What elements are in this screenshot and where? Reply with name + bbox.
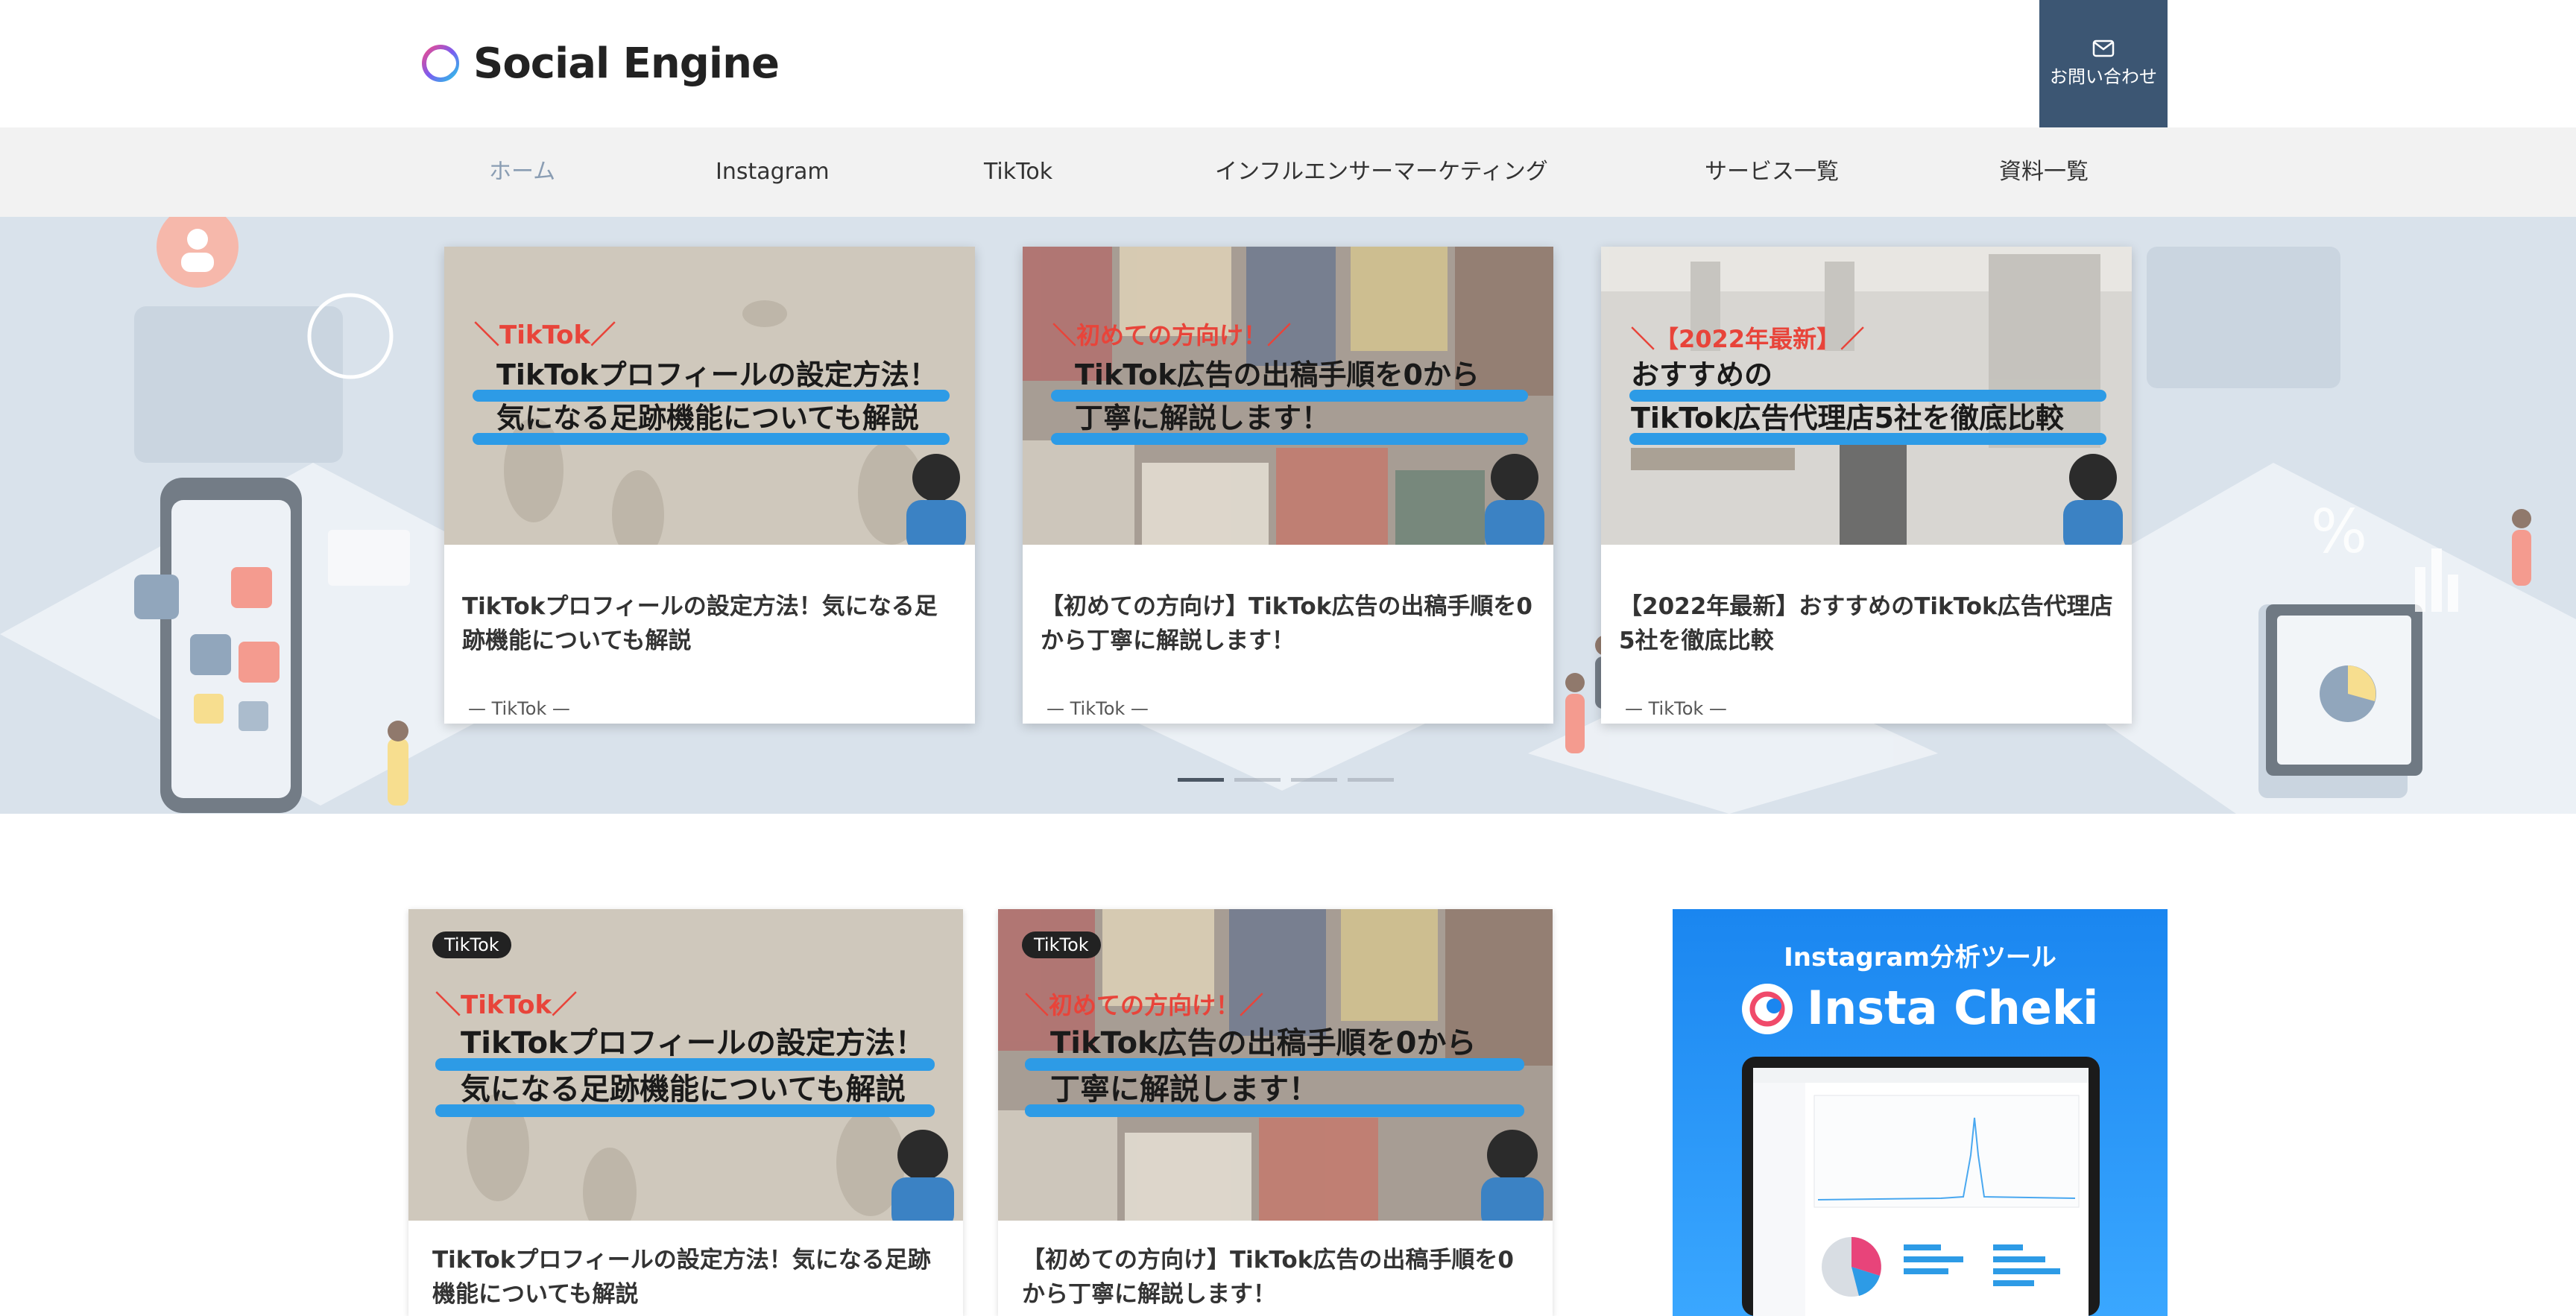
category-badge[interactable]: TikTok [1022, 931, 1101, 958]
contact-button[interactable]: お問い合わせ [2039, 0, 2168, 127]
slider-card[interactable]: ＼初めての方向け！／ TikTok広告の出稿手順を0から 丁寧に解説します！ 【… [1023, 247, 1553, 724]
slider-dot[interactable] [1291, 778, 1337, 782]
category-badge[interactable]: TikTok [432, 931, 511, 958]
card-thumbnail: ＼【2022年最新】／ おすすめの TikTok広告代理店5社を徹底比較 [1601, 247, 2132, 545]
nav-item-tiktok[interactable]: TikTok [984, 127, 1052, 217]
thumb-tag: ＼初めての方向け！／ [1025, 991, 1263, 1019]
ad-brand: Insta Cheki [1807, 981, 2098, 1035]
thumb-line-1: TikTokプロフィールの設定方法！ [461, 1026, 925, 1060]
nav-item-documents[interactable]: 資料一覧 [1999, 127, 2089, 217]
post-title[interactable]: 【初めての方向け】TikTok広告の出稿手順を0から丁寧に解説します！ [1022, 1243, 1536, 1312]
slider-card[interactable]: ＼TikTok／ TikTokプロフィールの設定方法！ 気になる足跡機能について… [444, 247, 975, 724]
post-title[interactable]: TikTokプロフィールの設定方法！気になる足跡機能についても解説 [432, 1243, 947, 1312]
card-category: — TikTok — [468, 698, 570, 719]
thumb-tag: ＼初めての方向け！／ [1052, 321, 1291, 349]
thumb-tag: ＼TikTok／ [474, 320, 616, 350]
thumb-line-2: 丁寧に解説します！ [1075, 402, 1330, 434]
thumb-line-2: 気になる足跡機能についても解説 [461, 1072, 906, 1107]
slider-card[interactable]: ＼【2022年最新】／ おすすめの TikTok広告代理店5社を徹底比較 【20… [1601, 247, 2132, 724]
insta-cheki-logo-icon [1742, 984, 1793, 1034]
slider-pagination [1178, 778, 1394, 782]
card-category: — TikTok — [1046, 698, 1149, 719]
post-card[interactable]: ＼初めての方向け！／ TikTok広告の出稿手順を0から 丁寧に解説します！ T… [998, 909, 1553, 1316]
slider-dot[interactable] [1178, 778, 1224, 782]
nav-item-home[interactable]: ホーム [489, 127, 555, 217]
nav-item-instagram[interactable]: Instagram [716, 127, 830, 217]
slider-dot[interactable] [1234, 778, 1281, 782]
card-thumbnail: ＼TikTok／ TikTokプロフィールの設定方法！ 気になる足跡機能について… [444, 247, 975, 545]
nav-item-influencer-marketing[interactable]: インフルエンサーマーケティング [1215, 127, 1548, 217]
card-thumbnail: ＼初めての方向け！／ TikTok広告の出稿手順を0から 丁寧に解説します！ [1023, 247, 1553, 545]
insta-cheki-banner[interactable]: Instagram分析ツール Insta Cheki [1673, 909, 2168, 1316]
logo-ring-icon [422, 45, 459, 82]
ad-subtitle: Instagram分析ツール [1784, 943, 2056, 972]
contact-label: お問い合わせ [2050, 66, 2157, 87]
card-title[interactable]: 【初めての方向け】TikTok広告の出稿手順を0から丁寧に解説します！ [1041, 589, 1535, 658]
thumb-line-1: TikTokプロフィールの設定方法！ [496, 358, 938, 391]
card-title[interactable]: 【2022年最新】おすすめのTikTok広告代理店5社を徹底比較 [1619, 589, 2114, 658]
thumb-line-2: TikTok広告代理店5社を徹底比較 [1631, 402, 2065, 434]
thumb-line-1: TikTok広告の出稿手順を0から [1075, 358, 1480, 391]
thumb-line-1: おすすめの [1631, 358, 1772, 391]
card-category: — TikTok — [1625, 698, 1727, 719]
thumb-tag: ＼【2022年最新】／ [1631, 325, 1864, 353]
nav-item-services[interactable]: サービス一覧 [1705, 127, 1839, 217]
global-nav: ホーム Instagram TikTok インフルエンサーマーケティング サービ… [0, 127, 2576, 217]
slider-dot[interactable] [1348, 778, 1394, 782]
thumb-tag: ＼TikTok／ [435, 990, 577, 1020]
card-title[interactable]: TikTokプロフィールの設定方法！気になる足跡機能についても解説 [462, 589, 957, 658]
mail-icon [2092, 39, 2115, 57]
thumb-line-1: TikTok広告の出稿手順を0から [1050, 1026, 1476, 1060]
post-card[interactable]: ＼TikTok／ TikTokプロフィールの設定方法！ 気になる足跡機能について… [408, 909, 963, 1316]
hero-slider: % ＼TikTok／ TikTokプロフィールの設定方法！ 気になる足跡機能につ… [0, 217, 2576, 814]
site-header: Social Engine お問い合わせ [0, 0, 2576, 127]
thumb-line-2: 丁寧に解説します！ [1050, 1072, 1319, 1107]
site-logo[interactable]: Social Engine [420, 37, 780, 89]
thumb-line-2: 気になる足跡機能についても解説 [496, 402, 919, 434]
logo-text: Social Engine [473, 39, 780, 88]
